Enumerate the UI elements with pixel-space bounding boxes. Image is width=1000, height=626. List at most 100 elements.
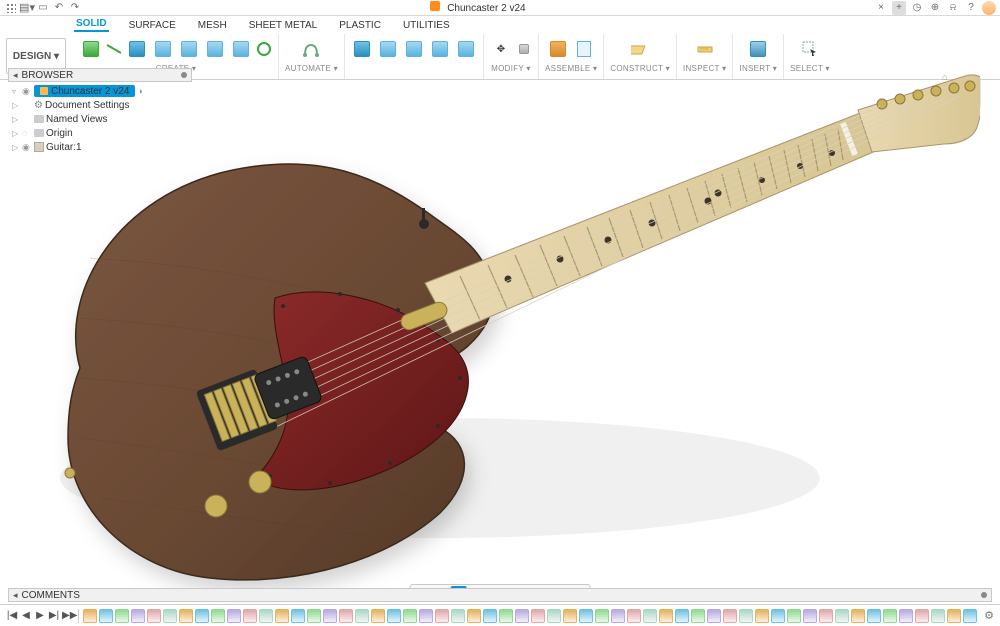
timeline-feature[interactable] [451, 609, 465, 623]
timeline-feature[interactable] [371, 609, 385, 623]
timeline-feature[interactable] [307, 609, 321, 623]
timeline-feature[interactable] [483, 609, 497, 623]
browser-item-origin[interactable]: ▷◌ Origin [8, 126, 192, 140]
timeline-feature[interactable] [83, 609, 97, 623]
timeline-feature[interactable] [947, 609, 961, 623]
tab-mesh[interactable]: MESH [196, 20, 229, 32]
browser-item-named-views[interactable]: ▷ Named Views [8, 112, 192, 126]
timeline-feature[interactable] [675, 609, 689, 623]
timeline-feature[interactable] [515, 609, 529, 623]
timeline-feature[interactable] [499, 609, 513, 623]
timeline-feature[interactable] [563, 609, 577, 623]
timeline-feature[interactable] [355, 609, 369, 623]
timeline-feature[interactable] [819, 609, 833, 623]
timeline-feature[interactable] [195, 609, 209, 623]
fillet-icon[interactable] [377, 38, 399, 60]
tab-sheet-metal[interactable]: SHEET METAL [247, 20, 320, 32]
timeline-feature[interactable] [627, 609, 641, 623]
as-built-joint-icon[interactable] [573, 38, 595, 60]
timeline-feature[interactable] [723, 609, 737, 623]
tab-utilities[interactable]: UTILITIES [401, 20, 452, 32]
timeline-feature[interactable] [771, 609, 785, 623]
redo-icon[interactable]: ↷ [68, 1, 82, 15]
timeline-feature[interactable] [547, 609, 561, 623]
user-avatar[interactable] [982, 1, 996, 15]
timeline-feature[interactable] [211, 609, 225, 623]
timeline-feature[interactable] [243, 609, 257, 623]
save-icon[interactable]: ▭ [36, 1, 50, 15]
browser-root-node[interactable]: ▿◉ Chuncaster 2 v24 ◑ [8, 84, 192, 98]
timeline-feature[interactable] [899, 609, 913, 623]
timeline-feature[interactable] [339, 609, 353, 623]
timeline-feature[interactable] [643, 609, 657, 623]
timeline-feature[interactable] [259, 609, 273, 623]
timeline-feature[interactable] [883, 609, 897, 623]
notifications-icon[interactable]: ⍾ [946, 1, 960, 15]
timeline-feature[interactable] [611, 609, 625, 623]
timeline-feature[interactable] [291, 609, 305, 623]
new-tab-icon[interactable]: + [892, 1, 906, 15]
timeline-feature[interactable] [147, 609, 161, 623]
timeline-feature[interactable] [739, 609, 753, 623]
timeline-feature[interactable] [323, 609, 337, 623]
help-icon[interactable]: ? [964, 1, 978, 15]
emboss-icon[interactable] [230, 38, 252, 60]
revolve-icon[interactable] [152, 38, 174, 60]
timeline-feature[interactable] [595, 609, 609, 623]
hole-icon[interactable] [256, 41, 272, 57]
draft-icon[interactable] [455, 38, 477, 60]
timeline-feature[interactable] [931, 609, 945, 623]
timeline-feature[interactable] [403, 609, 417, 623]
move-icon[interactable]: ✥ [490, 38, 512, 60]
browser-header[interactable]: ◂ BROWSER [8, 68, 192, 82]
timeline-feature[interactable] [435, 609, 449, 623]
browser-item-document-settings[interactable]: ▷ ⚙ Document Settings [8, 98, 192, 112]
comments-panel-header[interactable]: ◂ COMMENTS [8, 588, 992, 602]
job-status-icon[interactable]: ⊕ [928, 1, 942, 15]
undo-icon[interactable]: ↶ [52, 1, 66, 15]
timeline-step-back-icon[interactable]: ◀ [20, 610, 32, 621]
timeline-feature[interactable] [915, 609, 929, 623]
timeline-feature[interactable] [99, 609, 113, 623]
tab-close-icon[interactable]: × [874, 1, 888, 15]
timeline-feature[interactable] [227, 609, 241, 623]
extensions-icon[interactable]: ◷ [910, 1, 924, 15]
tab-plastic[interactable]: PLASTIC [337, 20, 383, 32]
extrude-icon[interactable] [126, 38, 148, 60]
timeline-feature[interactable] [835, 609, 849, 623]
sketch-line-icon[interactable] [106, 41, 122, 57]
new-sketch-icon[interactable] [80, 38, 102, 60]
timeline-feature[interactable] [867, 609, 881, 623]
measure-icon[interactable] [694, 38, 716, 60]
joint-icon[interactable] [547, 38, 569, 60]
browser-item-guitar[interactable]: ▷◉ Guitar:1 [8, 140, 192, 154]
timeline-step-fwd-icon[interactable]: ▶| [48, 610, 60, 621]
insert-icon[interactable] [747, 38, 769, 60]
timeline-feature[interactable] [179, 609, 193, 623]
select-icon[interactable] [799, 38, 821, 60]
app-grid-icon[interactable] [4, 1, 18, 15]
press-pull-icon[interactable] [351, 38, 373, 60]
tab-solid[interactable]: SOLID [74, 18, 109, 32]
timeline-play-icon[interactable]: ▶ [34, 610, 46, 621]
shell-icon[interactable] [429, 38, 451, 60]
loft-icon[interactable] [204, 38, 226, 60]
timeline-feature[interactable] [531, 609, 545, 623]
timeline-feature[interactable] [851, 609, 865, 623]
timeline-end-icon[interactable]: ▶▶ [62, 610, 74, 621]
timeline-feature[interactable] [131, 609, 145, 623]
timeline-features[interactable] [83, 609, 978, 623]
timeline-feature[interactable] [691, 609, 705, 623]
timeline-feature[interactable] [115, 609, 129, 623]
timeline-feature[interactable] [579, 609, 593, 623]
chamfer-icon[interactable] [403, 38, 425, 60]
sweep-icon[interactable] [178, 38, 200, 60]
timeline-feature[interactable] [963, 609, 977, 623]
timeline-feature[interactable] [467, 609, 481, 623]
construct-plane-icon[interactable] [629, 38, 651, 60]
file-menu-icon[interactable]: ▤▾ [20, 1, 34, 15]
timeline-feature[interactable] [787, 609, 801, 623]
timeline-start-icon[interactable]: |◀ [6, 610, 18, 621]
timeline-feature[interactable] [387, 609, 401, 623]
timeline-feature[interactable] [755, 609, 769, 623]
